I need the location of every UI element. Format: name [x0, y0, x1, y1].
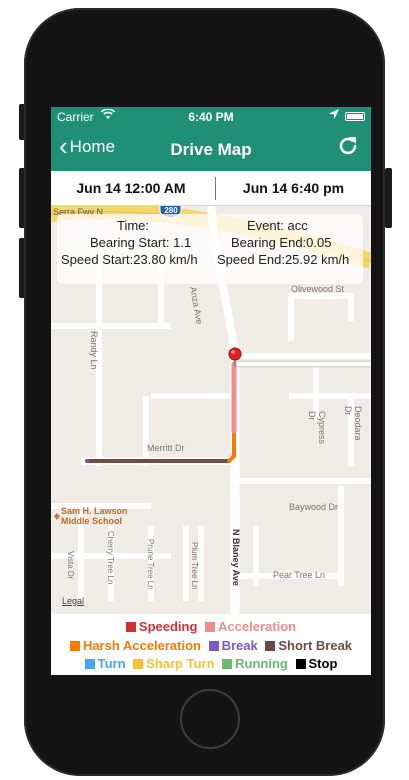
- battery-icon: [345, 112, 365, 121]
- legend-item-break: Break: [208, 638, 258, 653]
- legend-swatch: [295, 659, 306, 669]
- street-label: Cypress Dr: [307, 411, 327, 445]
- legend-item-speeding: Speeding: [125, 619, 198, 634]
- refresh-button[interactable]: [337, 135, 359, 164]
- status-bar: Carrier 6:40 PM: [51, 107, 371, 127]
- street-label: Deodara Dr: [343, 406, 363, 441]
- info-bearing-end: Bearing End:0.05: [231, 235, 332, 250]
- legend-item-acceleration: Acceleration: [205, 619, 296, 634]
- legend-label: Short Break: [278, 638, 353, 653]
- street-label: Olivewood St: [291, 284, 345, 294]
- street-label: Plum Tree Ln: [190, 542, 199, 590]
- legend-label: Running: [235, 656, 288, 671]
- street-label: Randy Ln: [89, 331, 99, 370]
- legend-swatch: [69, 641, 80, 651]
- legend-swatch: [133, 659, 144, 669]
- screen: Carrier 6:40 PM ‹ Home Drive Map Jun 14 …: [51, 107, 371, 675]
- street-label: Merritt Dr: [147, 443, 185, 453]
- date-range-bar: Jun 14 12:00 AM Jun 14 6:40 pm: [51, 171, 371, 206]
- legend-item-stop: Stop: [295, 656, 338, 671]
- street-label: Vista Dr: [66, 551, 75, 580]
- start-date-button[interactable]: Jun 14 12:00 AM: [51, 180, 211, 196]
- legend-label: Stop: [308, 656, 338, 671]
- legend-swatch: [208, 641, 219, 651]
- info-bearing-start: Bearing Start: 1.1: [90, 235, 192, 250]
- legend-item-running: Running: [222, 656, 288, 671]
- street-label: Pear Tree Ln: [273, 570, 326, 580]
- route-legend: Speeding Acceleration Harsh Acceleration…: [51, 614, 371, 675]
- legend-item-turn: Turn: [84, 656, 126, 671]
- refresh-icon: [339, 137, 357, 155]
- legend-row: Turn Sharp Turn Running Stop: [51, 656, 371, 671]
- street-label: Cherry Tree Ln: [106, 531, 115, 585]
- end-date-button[interactable]: Jun 14 6:40 pm: [216, 180, 371, 196]
- power-button: [385, 168, 392, 228]
- location-arrow-icon: [329, 109, 339, 122]
- legend-row: Harsh Acceleration Break Short Break: [51, 638, 371, 653]
- legend-label: Sharp Turn: [146, 656, 215, 671]
- street-label: Baywood Dr: [289, 502, 339, 512]
- poi-label: Sam H. Lawson Middle School: [61, 506, 128, 526]
- legend-label: Harsh Acceleration: [82, 638, 201, 653]
- street-label: Prune Tree Ln: [146, 539, 155, 590]
- status-time: 6:40 PM: [188, 110, 234, 124]
- legend-label: Turn: [97, 656, 126, 671]
- legend-label: Speeding: [138, 619, 198, 634]
- info-speed-start: Speed Start:23.80 km/h: [61, 252, 198, 267]
- legend-label: Break: [221, 638, 258, 653]
- nav-bar: ‹ Home Drive Map: [51, 127, 371, 171]
- legend-swatch: [222, 659, 233, 669]
- legend-label: Acceleration: [218, 619, 297, 634]
- legend-swatch: [205, 622, 216, 632]
- home-button[interactable]: [180, 689, 240, 749]
- legend-item-short-break: Short Break: [265, 638, 352, 653]
- info-event: Event: acc: [247, 218, 308, 233]
- legend-swatch: [265, 641, 276, 651]
- legend-item-sharp-turn: Sharp Turn: [133, 656, 215, 671]
- info-speed-end: Speed End:25.92 km/h: [217, 252, 350, 267]
- legend-swatch: [84, 659, 95, 669]
- page-title: Drive Map: [170, 140, 252, 159]
- legend-swatch: [125, 622, 136, 632]
- map-view[interactable]: Serra Fwy N 280 Olivewood St Anza Ave Ra…: [51, 206, 371, 614]
- event-info-overlay: Time: Event: acc Bearing Start: 1.1 Bear…: [57, 214, 363, 284]
- legal-link[interactable]: Legal: [62, 596, 84, 606]
- street-label: N Blaney Ave: [231, 529, 241, 586]
- info-time: Time:: [117, 218, 150, 233]
- legend-row: Speeding Acceleration: [51, 619, 371, 634]
- legend-item-harsh-acceleration: Harsh Acceleration: [69, 638, 201, 653]
